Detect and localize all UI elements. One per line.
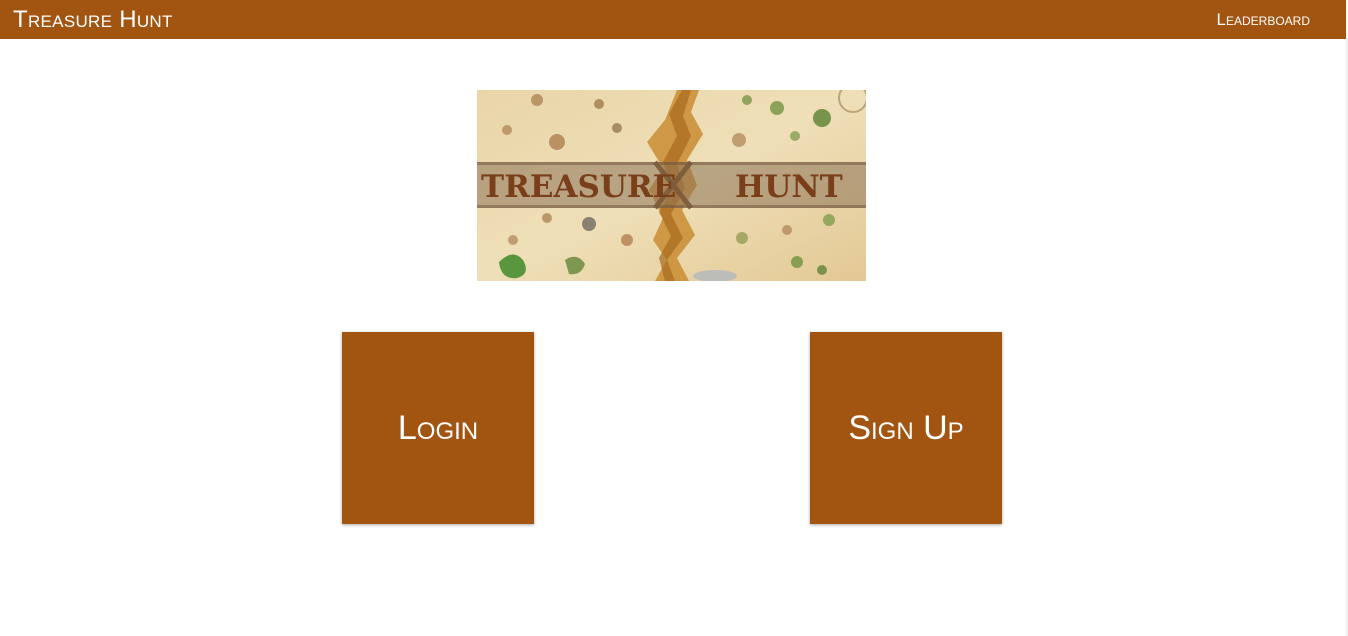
sign-up-button[interactable]: Sign Up — [810, 332, 1002, 524]
banner-word-hunt: HUNT — [735, 169, 843, 205]
brand-title-link[interactable]: Treasure Hunt — [13, 6, 173, 34]
login-button[interactable]: Login — [342, 332, 534, 524]
banner-word-treasure: TREASURE — [481, 169, 676, 205]
treasure-hunt-banner-image: TREASURE HUNT — [477, 90, 866, 281]
leaderboard-link[interactable]: Leaderboard — [1217, 10, 1310, 30]
treasure-map-illustration: TREASURE HUNT — [477, 90, 866, 281]
page: Treasure Hunt Leaderboard TREASURE HUNT … — [0, 0, 1348, 636]
login-button-label: Login — [397, 408, 479, 447]
sign-up-button-label: Sign Up — [848, 408, 964, 447]
top-navbar: Treasure Hunt Leaderboard — [0, 0, 1346, 39]
